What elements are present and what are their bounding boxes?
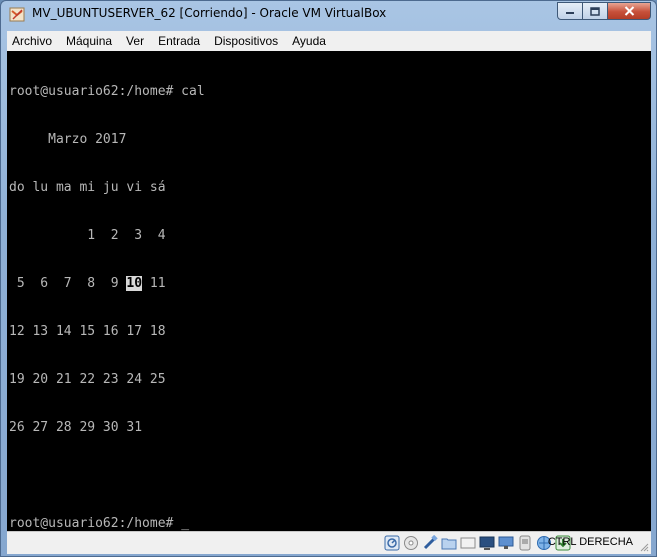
network-icon[interactable] xyxy=(498,535,514,551)
maximize-icon xyxy=(590,6,600,16)
menu-archivo[interactable]: Archivo xyxy=(7,31,59,51)
virtualbox-app-icon xyxy=(9,7,25,22)
calendar-week-2-start: 5 6 7 8 9 xyxy=(9,276,127,291)
optical-drive-icon[interactable] xyxy=(403,535,419,551)
status-bar: CTRL DERECHA xyxy=(7,531,651,554)
host-key-label[interactable]: CTRL DERECHA xyxy=(548,536,633,548)
display-icon[interactable] xyxy=(460,535,476,551)
calendar-week-3: 12 13 14 15 16 17 18 xyxy=(9,324,166,339)
title-bar[interactable]: MV_UBUNTUSERVER_62 [Corriendo] - Oracle … xyxy=(1,1,656,29)
menu-maquina[interactable]: Máquina xyxy=(59,31,119,51)
calendar-weekdays: do lu ma mi ju vi sá xyxy=(9,180,166,195)
device-indicators xyxy=(384,535,571,551)
close-icon xyxy=(624,6,634,16)
calendar-week-2: 5 6 7 8 9 10 11 xyxy=(9,276,205,292)
usb-icon[interactable] xyxy=(422,535,438,551)
menu-dispositivos[interactable]: Dispositivos xyxy=(207,31,285,51)
menu-bar: Archivo Máquina Ver Entrada Dispositivos… xyxy=(7,31,651,52)
terminal-output: root@usuario62:/home# cal Marzo 2017 do … xyxy=(9,52,205,531)
current-prompt: root@usuario62:/home# xyxy=(9,516,182,531)
calendar-today-highlight: 10 xyxy=(126,276,143,291)
menu-ver[interactable]: Ver xyxy=(119,31,151,51)
screen-capture-icon[interactable] xyxy=(479,535,495,551)
shared-folders-icon[interactable] xyxy=(441,535,457,551)
window-title: MV_UBUNTUSERVER_62 [Corriendo] - Oracle … xyxy=(32,6,387,20)
command-line: root@usuario62:/home# cal xyxy=(9,84,205,99)
calendar-month-header: Marzo 2017 xyxy=(9,132,127,147)
video-capture-icon[interactable] xyxy=(517,535,533,551)
calendar-week-1: 1 2 3 4 xyxy=(9,228,166,243)
window-controls xyxy=(557,2,651,21)
calendar-week-5: 26 27 28 29 30 31 xyxy=(9,420,143,435)
vm-console-screen[interactable]: root@usuario62:/home# cal Marzo 2017 do … xyxy=(7,51,651,531)
current-prompt-line: root@usuario62:/home# _ xyxy=(9,516,205,531)
close-button[interactable] xyxy=(607,2,651,20)
hard-disk-icon[interactable] xyxy=(384,535,400,551)
virtualbox-window: MV_UBUNTUSERVER_62 [Corriendo] - Oracle … xyxy=(0,0,657,557)
calendar-week-2-end: 11 xyxy=(142,276,166,291)
minimize-button[interactable] xyxy=(557,2,583,20)
minimize-icon xyxy=(566,12,574,14)
resize-grip-icon[interactable] xyxy=(639,542,649,552)
text-cursor: _ xyxy=(181,516,190,531)
menu-entrada[interactable]: Entrada xyxy=(151,31,207,51)
menu-ayuda[interactable]: Ayuda xyxy=(285,31,333,51)
calendar-week-4: 19 20 21 22 23 24 25 xyxy=(9,372,166,387)
maximize-button[interactable] xyxy=(582,2,608,20)
